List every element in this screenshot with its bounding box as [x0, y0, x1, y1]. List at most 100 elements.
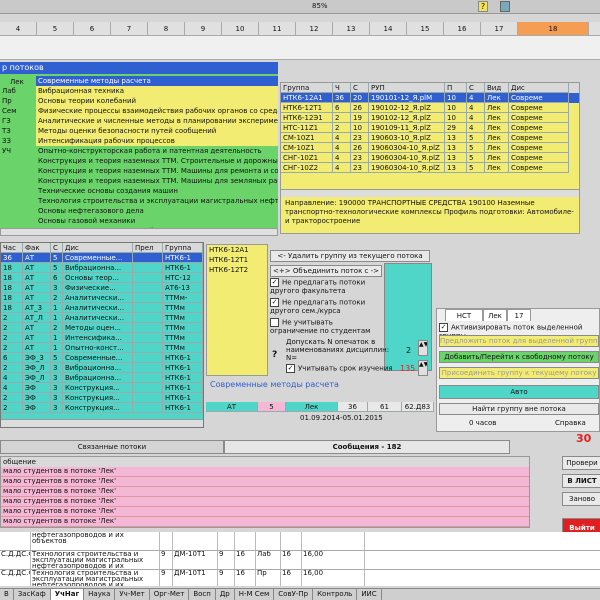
opt-other-course[interactable]: Не предлагать потоки другого сем./курса [270, 298, 382, 318]
sheet-tab[interactable]: Н-М Сем [234, 589, 275, 600]
column-header[interactable]: Дис [509, 83, 569, 93]
message-row[interactable]: мало студентов в потоке 'Лек' [1, 497, 529, 507]
column-header[interactable]: РУП [369, 83, 445, 93]
message-row[interactable]: мало студентов в потоке 'Лек' [1, 507, 529, 517]
sheet-tab[interactable]: УчНаг [50, 589, 85, 600]
sheet-tab[interactable]: В [0, 589, 14, 600]
study-term-option[interactable]: Учитывать срок изучения [286, 364, 393, 373]
table-row[interactable]: 2 АТ 1 Опытно-конст... ТТМм [1, 343, 203, 353]
table-row[interactable]: 18 АТ 2 Аналитически... ТТМм- [1, 293, 203, 303]
table-row[interactable]: 18 АТ 6 Основы теор... НТС-12 [1, 273, 203, 283]
message-row[interactable]: мало студентов в потоке 'Лек' [1, 467, 529, 477]
checkbox[interactable] [270, 298, 279, 307]
table-row[interactable]: НТК6-12А1 36 20 190101-12_Я.plM 10 4 Лек Соврем… [281, 93, 579, 103]
study-spinner[interactable]: ▲▼ [418, 360, 428, 376]
discipline-item[interactable]: Аналитические и численные методы в плани… [36, 116, 278, 126]
discipline-item[interactable]: Опытно-конструкторская работа и патентна… [36, 146, 278, 156]
table-row[interactable]: 2 АТ_Л 1 Аналитически... ТТМм [1, 313, 203, 323]
table-row[interactable]: 2 ЭФ 3 Конструкция... НТК6-1 [1, 393, 203, 403]
sheet-tab[interactable]: Др [215, 589, 235, 600]
table-row[interactable]: 2 АТ 2 Методы оцен... ТТМм [1, 323, 203, 333]
check-button[interactable]: Провери [562, 456, 600, 470]
selected-discipline[interactable]: Современные методы расчета [36, 76, 278, 86]
attach-group-button[interactable]: Присоединить группу к текущему потоку [439, 367, 599, 379]
help-link[interactable]: Справка [555, 419, 586, 427]
table-row[interactable]: 18 АТ 3 Физические... АТ6-13 [1, 283, 203, 293]
combine-stream-button[interactable]: <+> Объединить поток с -> [270, 265, 382, 277]
column-header[interactable]: Ч [333, 83, 351, 93]
column-header[interactable]: Группа [281, 83, 333, 93]
checkbox[interactable] [270, 318, 279, 327]
sheet-tab[interactable]: ЗасКаф [13, 589, 51, 600]
typos-value[interactable]: 2 [406, 346, 411, 355]
column-header[interactable]: П [445, 83, 467, 93]
message-row[interactable]: мало студентов в потоке 'Лек' [1, 477, 529, 487]
discipline-item[interactable]: Конструкция и теория наземных ТТМ. Строи… [36, 156, 278, 166]
discipline-item[interactable]: Вибрационная техника [36, 86, 278, 96]
sheet-tab[interactable]: Восп [189, 589, 216, 600]
table-row[interactable]: СМ-10Z1 4 23 190603-10_Я.plZ 13 5 Лек Совреме [281, 133, 579, 143]
table-row[interactable]: СНГ-10Z1 4 23 19060304-10_Я.plZ 13 5 Лек Соврем… [281, 153, 579, 163]
column-header[interactable]: Фак [23, 243, 51, 253]
control-tab[interactable]: НСТ [445, 309, 483, 321]
discipline-item[interactable]: Физические процессы взаимодействия рабоч… [36, 106, 278, 116]
load-table-scrollbar[interactable] [1, 419, 203, 427]
find-group-button[interactable]: Найти группу вне потока [439, 403, 599, 415]
sheet-tab[interactable]: СовУ-Пр [274, 589, 314, 600]
column-header[interactable]: С [51, 243, 63, 253]
linked-streams-tab[interactable]: Связанные потоки [0, 440, 224, 454]
table-row[interactable]: 2 ЭФ_Л 3 Вибрационна... НТК6-1 [1, 363, 203, 373]
opt-other-faculty[interactable]: Не предлагать потоки другого факультета [270, 278, 382, 298]
column-header[interactable]: Вид [485, 83, 509, 93]
table-row[interactable]: СМ-10Z1 4 26 19060304-10_Я.plZ 13 5 Лек Совреме [281, 143, 579, 153]
table-row[interactable]: 4 ЭФ 3 Конструкция... НТК6-1 [1, 383, 203, 393]
checkbox[interactable] [286, 364, 295, 373]
checkbox[interactable] [270, 278, 279, 287]
discipline-item[interactable]: Конструкция и теория наземных ТТМ. Машин… [36, 176, 278, 186]
column-header[interactable]: Прел [133, 243, 163, 253]
table-row[interactable]: 6 ЭФ_3 5 Современные... НТК6-1 [1, 353, 203, 363]
table-row[interactable]: 2 АТ 1 Интенсифика... ТТМм [1, 333, 203, 343]
group-item[interactable]: НТК6-12Т2 [207, 265, 267, 275]
control-tab[interactable]: Лек [483, 309, 507, 321]
table-row[interactable]: НТС-11Z1 2 10 190109-11_Я.plZ 29 4 Лек Совреме [281, 123, 579, 133]
table-row[interactable]: 18 АТ 5 Вибрационна... НТК6-1 [1, 263, 203, 273]
restart-button[interactable]: Заново [562, 492, 600, 506]
stream-panel-scrollbar[interactable] [0, 228, 278, 236]
table-row[interactable]: 18 АТ_3 1 Аналитически... ТТМм [1, 303, 203, 313]
column-header[interactable]: Дис [63, 243, 133, 253]
propose-stream-button[interactable]: Предложить поток для выделенной группы [439, 335, 599, 347]
table-row[interactable]: НТК6-12Э1 2 19 190102-12_Я.plZ 10 4 Лек Совреме [281, 113, 579, 123]
group-item[interactable]: НТК6-12А1 [207, 245, 267, 255]
sheet-tab[interactable]: Наука [84, 589, 116, 600]
message-row[interactable]: мало студентов в потоке 'Лек' [1, 527, 529, 528]
table-row[interactable]: 36 АТ 5 Современные... НТК6-1 [1, 253, 203, 263]
discipline-item[interactable]: Методы оценки безопасности путей сообщен… [36, 126, 278, 136]
discipline-item[interactable]: Основы теории колебаний [36, 96, 278, 106]
table-row[interactable]: 2 ЭФ 3 Конструкция... НТК6-1 [1, 403, 203, 413]
messages-tab[interactable]: Сообщения - 182 [224, 440, 510, 454]
group-item[interactable]: НТК6-12Т1 [207, 255, 267, 265]
list-button[interactable]: В ЛИСТ [562, 474, 600, 488]
help-icon[interactable]: ? [478, 1, 488, 12]
discipline-item[interactable]: Основы нефтегазового дела [36, 206, 278, 216]
table-row[interactable]: 4 ЭФ_Л 3 Вибрационна... НТК6-1 [1, 373, 203, 383]
typos-spinner[interactable]: ▲▼ [418, 340, 428, 356]
sheet-tab[interactable]: ИИС [357, 589, 382, 600]
sheet-tab[interactable]: Контроль [313, 589, 358, 600]
opt-ignore-students[interactable]: Не учитывать ограничение по студентам [270, 318, 382, 340]
toolbar-icon[interactable] [500, 1, 510, 12]
discipline-item[interactable]: Технические основы создания машин [36, 186, 278, 196]
column-header[interactable]: С [467, 83, 485, 93]
discipline-item[interactable]: Технология строительства и эксплуатации … [36, 196, 278, 206]
add-move-button[interactable]: Добавить/Перейти к свободному потоку [439, 351, 599, 363]
table-scrollbar[interactable] [281, 189, 579, 197]
checkbox[interactable] [439, 323, 448, 332]
table-row[interactable]: НТК6-12Т1 6 26 190102-12_Я.plZ 10 4 Лек Совреме [281, 103, 579, 113]
study-term-value[interactable]: 135 [400, 364, 415, 373]
auto-button[interactable]: Авто [439, 385, 599, 399]
column-header[interactable]: Час [1, 243, 23, 253]
question-icon[interactable]: ? [272, 350, 282, 360]
message-row[interactable]: мало студентов в потоке 'Лек' [1, 487, 529, 497]
column-header[interactable]: С [351, 83, 369, 93]
